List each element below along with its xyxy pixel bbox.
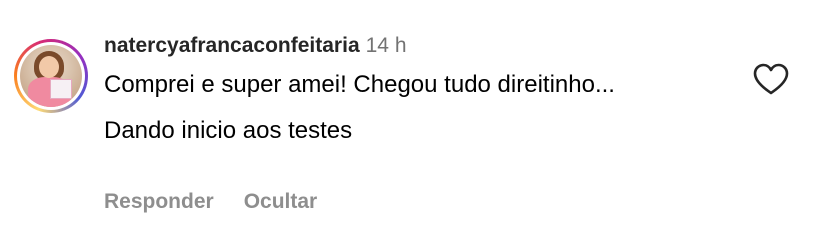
username-link[interactable]: natercyafrancaconfeitaria <box>104 34 360 57</box>
comment-text-line-1: Comprei e super amei! Chegou tudo direit… <box>104 71 615 98</box>
avatar-gift-box <box>50 79 72 99</box>
avatar-frame <box>17 42 85 110</box>
comment-item: natercyafrancaconfeitaria 14 h Comprei e … <box>0 0 823 241</box>
story-ring[interactable] <box>14 39 88 113</box>
comment-actions: Responder Ocultar <box>104 188 317 216</box>
heart-outline-icon[interactable] <box>752 62 790 96</box>
timestamp[interactable]: 14 h <box>366 34 407 57</box>
reply-button[interactable]: Responder <box>104 190 214 213</box>
avatar[interactable] <box>20 45 82 107</box>
comment-text: Comprei e super amei! Chegou tudo direit… <box>104 69 664 161</box>
avatar-face <box>39 56 59 78</box>
comment-text-line-2: Dando inicio aos testes <box>104 117 353 144</box>
hide-button[interactable]: Ocultar <box>244 190 318 213</box>
comment-header: natercyafrancaconfeitaria 14 h <box>104 33 407 59</box>
